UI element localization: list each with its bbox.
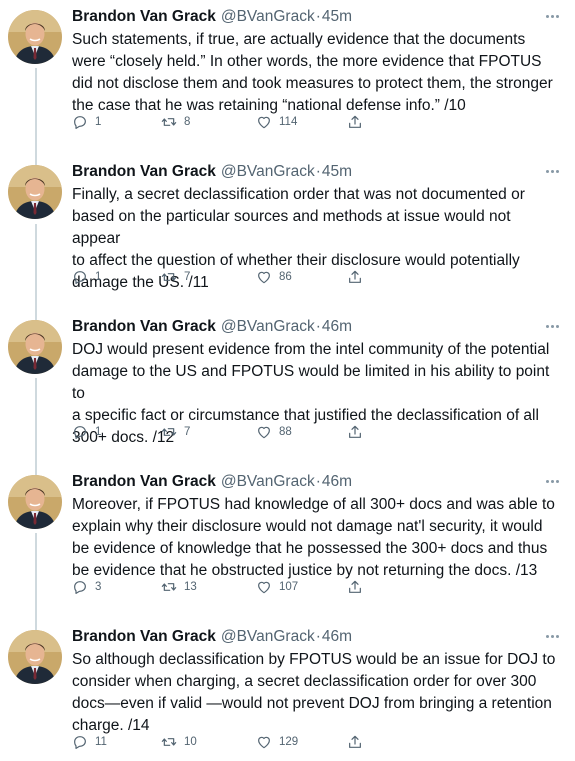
- tweet[interactable]: Brandon Van Grack @BVanGrack · 45m Such …: [0, 0, 575, 150]
- like-button[interactable]: 107: [256, 579, 298, 595]
- avatar[interactable]: [8, 10, 62, 64]
- more-icon[interactable]: [542, 626, 562, 646]
- tweet[interactable]: Brandon Van Grack @BVanGrack · 46m DOJ w…: [0, 310, 575, 460]
- retweet-count: 13: [184, 581, 197, 593]
- author-name[interactable]: Brandon Van Grack: [72, 161, 216, 183]
- like-button[interactable]: 114: [256, 114, 297, 130]
- share-button[interactable]: [347, 424, 363, 440]
- reply-count: 1: [95, 426, 102, 438]
- reply-icon: [74, 426, 86, 439]
- reply-count: 3: [95, 581, 102, 593]
- tweet-text: Moreover, if FPOTUS had knowledge of all…: [72, 496, 555, 579]
- avatar[interactable]: [8, 165, 62, 219]
- share-button[interactable]: [347, 579, 363, 595]
- like-button[interactable]: 88: [256, 424, 292, 440]
- more-icon[interactable]: [542, 161, 562, 181]
- like-button[interactable]: 86: [256, 269, 292, 285]
- author-name[interactable]: Brandon Van Grack: [72, 471, 216, 493]
- reply-button[interactable]: 1: [72, 114, 101, 130]
- more-icon[interactable]: [542, 6, 562, 26]
- more-icon[interactable]: [542, 316, 562, 336]
- retweet-icon: [161, 273, 177, 281]
- reply-icon: [74, 736, 86, 749]
- retweet-count: 8: [184, 116, 191, 128]
- retweet-icon: [161, 583, 177, 591]
- author-name[interactable]: Brandon Van Grack: [72, 316, 216, 338]
- share-icon: [349, 270, 361, 283]
- reply-count: 1: [95, 271, 102, 283]
- author-name[interactable]: Brandon Van Grack: [72, 626, 216, 648]
- tweet-text: Such statements, if true, are actually e…: [72, 31, 553, 114]
- avatar[interactable]: [8, 475, 62, 529]
- like-icon: [258, 426, 270, 439]
- share-icon: [349, 425, 361, 438]
- reply-count: 11: [95, 736, 107, 748]
- like-icon: [258, 116, 270, 129]
- author-handle[interactable]: @BVanGrack: [221, 161, 315, 183]
- tweet-text: Finally, a secret declassification order…: [72, 186, 525, 291]
- retweet-icon: [161, 118, 177, 126]
- reply-button[interactable]: 1: [72, 424, 101, 440]
- author-handle[interactable]: @BVanGrack: [221, 626, 315, 648]
- share-icon: [349, 735, 361, 748]
- like-icon: [258, 271, 270, 284]
- reply-button[interactable]: 11: [72, 734, 107, 750]
- tweet-timestamp[interactable]: 46m: [322, 626, 352, 648]
- like-count: 129: [279, 736, 299, 748]
- reply-icon: [74, 581, 86, 594]
- retweet-count: 7: [184, 426, 191, 438]
- author-handle[interactable]: @BVanGrack: [221, 6, 315, 28]
- share-icon: [349, 115, 361, 128]
- author-handle[interactable]: @BVanGrack: [221, 471, 315, 493]
- separator-dot: ·: [315, 163, 321, 180]
- tweet-text: So although declassification by FPOTUS w…: [72, 651, 556, 734]
- reply-icon: [74, 116, 86, 129]
- like-button[interactable]: 129: [256, 734, 298, 750]
- tweet[interactable]: Brandon Van Grack @BVanGrack · 46m Moreo…: [0, 465, 575, 615]
- share-button[interactable]: [347, 734, 363, 750]
- tweet-text: DOJ would present evidence from the inte…: [72, 341, 550, 446]
- share-button[interactable]: [347, 114, 363, 130]
- reply-icon: [74, 271, 86, 284]
- retweet-button[interactable]: 7: [161, 424, 190, 440]
- retweet-count: 7: [184, 271, 191, 283]
- separator-dot: ·: [315, 8, 321, 25]
- like-count: 107: [279, 581, 299, 593]
- more-icon[interactable]: [542, 471, 562, 491]
- tweet[interactable]: Brandon Van Grack @BVanGrack · 46m So al…: [0, 620, 575, 761]
- avatar[interactable]: [8, 630, 62, 684]
- tweet-timestamp[interactable]: 45m: [322, 161, 352, 183]
- like-icon: [258, 736, 270, 749]
- reply-button[interactable]: 1: [72, 269, 101, 285]
- separator-dot: ·: [315, 318, 321, 335]
- retweet-button[interactable]: 10: [161, 734, 197, 750]
- like-count: 114: [279, 116, 298, 128]
- author-handle[interactable]: @BVanGrack: [221, 316, 315, 338]
- avatar[interactable]: [8, 320, 62, 374]
- tweet-timestamp[interactable]: 46m: [322, 316, 352, 338]
- tweet-timestamp[interactable]: 46m: [322, 471, 352, 493]
- like-count: 88: [279, 426, 292, 438]
- retweet-icon: [161, 738, 177, 746]
- separator-dot: ·: [315, 628, 321, 645]
- share-icon: [349, 580, 361, 593]
- tweet-thread: Brandon Van Grack @BVanGrack · 45m Such …: [0, 0, 575, 761]
- like-count: 86: [279, 271, 292, 283]
- reply-button[interactable]: 3: [72, 579, 101, 595]
- author-name[interactable]: Brandon Van Grack: [72, 6, 216, 28]
- tweet-timestamp[interactable]: 45m: [322, 6, 352, 28]
- share-button[interactable]: [347, 269, 363, 285]
- retweet-icon: [161, 428, 177, 436]
- like-icon: [258, 581, 270, 594]
- retweet-button[interactable]: 13: [161, 579, 197, 595]
- reply-count: 1: [95, 116, 102, 128]
- retweet-button[interactable]: 8: [161, 114, 190, 130]
- retweet-count: 10: [184, 736, 197, 748]
- separator-dot: ·: [315, 473, 321, 490]
- tweet[interactable]: Brandon Van Grack @BVanGrack · 45m Final…: [0, 155, 575, 305]
- retweet-button[interactable]: 7: [161, 269, 190, 285]
